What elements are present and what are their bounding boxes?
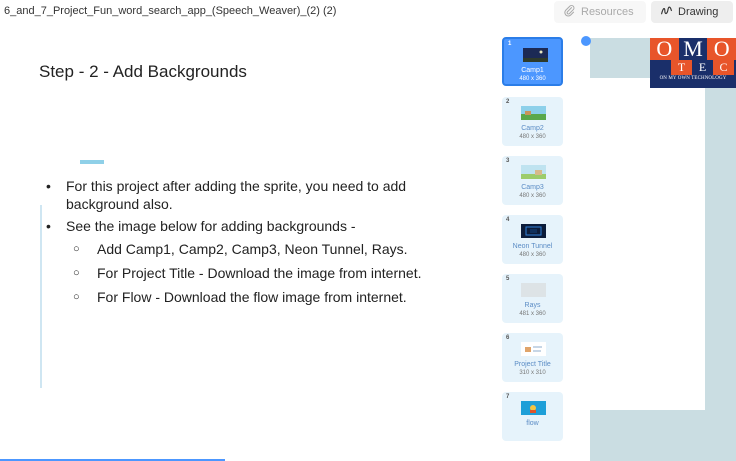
scribble-icon (660, 4, 673, 20)
backdrop-name: flow (526, 420, 539, 427)
backdrop-name: Camp2 (521, 125, 544, 132)
backdrop-number: 2 (506, 99, 510, 105)
circle-bullet: ○ (73, 267, 80, 279)
flow-thumbnail (521, 401, 546, 415)
rays-thumbnail (521, 283, 546, 297)
backdrop-number: 4 (506, 217, 510, 223)
backdrop-item-neon-tunnel[interactable]: 4 Neon Tunnel 480 x 360 (502, 215, 563, 264)
logo-letter: O (707, 38, 736, 60)
bullet-dot: • (46, 178, 51, 194)
circle-bullet: ○ (73, 291, 80, 303)
backdrop-item-camp2[interactable]: 2 Camp2 480 x 360 (502, 97, 563, 146)
backdrop-number: 1 (508, 41, 512, 47)
bullet-item: • See the image below for adding backgro… (46, 217, 466, 235)
slide-content: • For this project after adding the spri… (46, 177, 466, 312)
camp3-thumbnail (521, 165, 546, 179)
drawing-label: Drawing (678, 6, 719, 18)
backdrop-item-camp1[interactable]: 1 Camp1 480 x 360 (502, 36, 591, 86)
stage-white-panel (590, 78, 705, 410)
sub-bullet-item: ○ Add Camp1, Camp2, Camp3, Neon Tunnel, … (46, 240, 466, 258)
bullet-dot: • (46, 218, 51, 234)
sub-bullet-text: For Flow - Download the flow image from … (97, 289, 407, 305)
sub-bullet-item: ○ For Project Title - Download the image… (46, 264, 466, 282)
backdrop-number: 7 (506, 394, 510, 400)
backdrop-name: Rays (524, 302, 541, 309)
backdrop-item-project-title[interactable]: 6 Project Title 310 x 310 (502, 333, 563, 382)
backdrop-item-rays[interactable]: 5 Rays 481 x 360 (502, 274, 563, 323)
backdrop-name: Project Title (514, 361, 551, 368)
logo-letter: C (713, 60, 734, 75)
sub-bullet-text: Add Camp1, Camp2, Camp3, Neon Tunnel, Ra… (97, 241, 408, 257)
camp2-thumbnail (521, 106, 546, 120)
circle-bullet: ○ (73, 243, 80, 255)
backdrop-size: 480 x 360 (519, 76, 546, 82)
drawing-button[interactable]: Drawing (651, 1, 733, 23)
resources-button[interactable]: Resources (554, 1, 646, 23)
backdrop-size: 480 x 360 (519, 134, 546, 140)
divider-line (40, 205, 42, 388)
backdrop-size: 480 x 360 (519, 252, 546, 258)
logo-row-top: O M O (650, 38, 736, 60)
backdrop-list: 1 Camp1 480 x 360 2 Camp2 480 x 360 3 Ca… (480, 33, 591, 445)
camp1-thumbnail (523, 48, 548, 62)
sub-bullet-item: ○ For Flow - Download the flow image fro… (46, 288, 466, 306)
project-title-thumbnail (521, 342, 546, 356)
backdrop-size: 481 x 360 (519, 311, 546, 317)
backdrop-name: Camp1 (521, 67, 544, 74)
accent-bar (80, 160, 104, 164)
omotec-logo: O M O T E C ON MY OWN TECHNOLOGY (650, 38, 736, 88)
bullet-text: See the image below for adding backgroun… (66, 218, 356, 234)
bullet-text: For this project after adding the sprite… (66, 178, 407, 212)
bullet-item: • For this project after adding the spri… (46, 177, 466, 213)
backdrop-size: 310 x 310 (519, 370, 546, 376)
backdrop-name: Camp3 (521, 184, 544, 191)
backdrop-number: 5 (506, 276, 510, 282)
backdrop-number: 3 (506, 158, 510, 164)
logo-letter (650, 60, 671, 75)
logo-letter: M (678, 38, 708, 60)
slide-title: Step - 2 - Add Backgrounds (39, 62, 247, 81)
logo-letter: O (650, 38, 679, 60)
sub-bullet-text: For Project Title - Download the image f… (97, 265, 422, 281)
logo-row-bottom: T E C (650, 60, 736, 75)
paperclip-icon (563, 4, 576, 20)
backdrop-item-camp3[interactable]: 3 Camp3 480 x 360 (502, 156, 563, 205)
backdrop-number: 6 (506, 335, 510, 341)
backdrop-name: Neon Tunnel (512, 243, 553, 250)
file-name: 6_and_7_Project_Fun_word_search_app_(Spe… (4, 5, 337, 17)
backdrop-size: 480 x 360 (519, 193, 546, 199)
logo-tagline: ON MY OWN TECHNOLOGY (659, 76, 727, 81)
logo-letter: E (692, 60, 713, 75)
logo-letter: T (671, 60, 692, 75)
resources-label: Resources (581, 6, 634, 18)
neon-tunnel-thumbnail (521, 224, 546, 238)
backdrop-item-flow[interactable]: 7 flow (502, 392, 563, 441)
delete-icon[interactable] (581, 36, 591, 46)
top-bar: 6_and_7_Project_Fun_word_search_app_(Spe… (0, 0, 736, 28)
